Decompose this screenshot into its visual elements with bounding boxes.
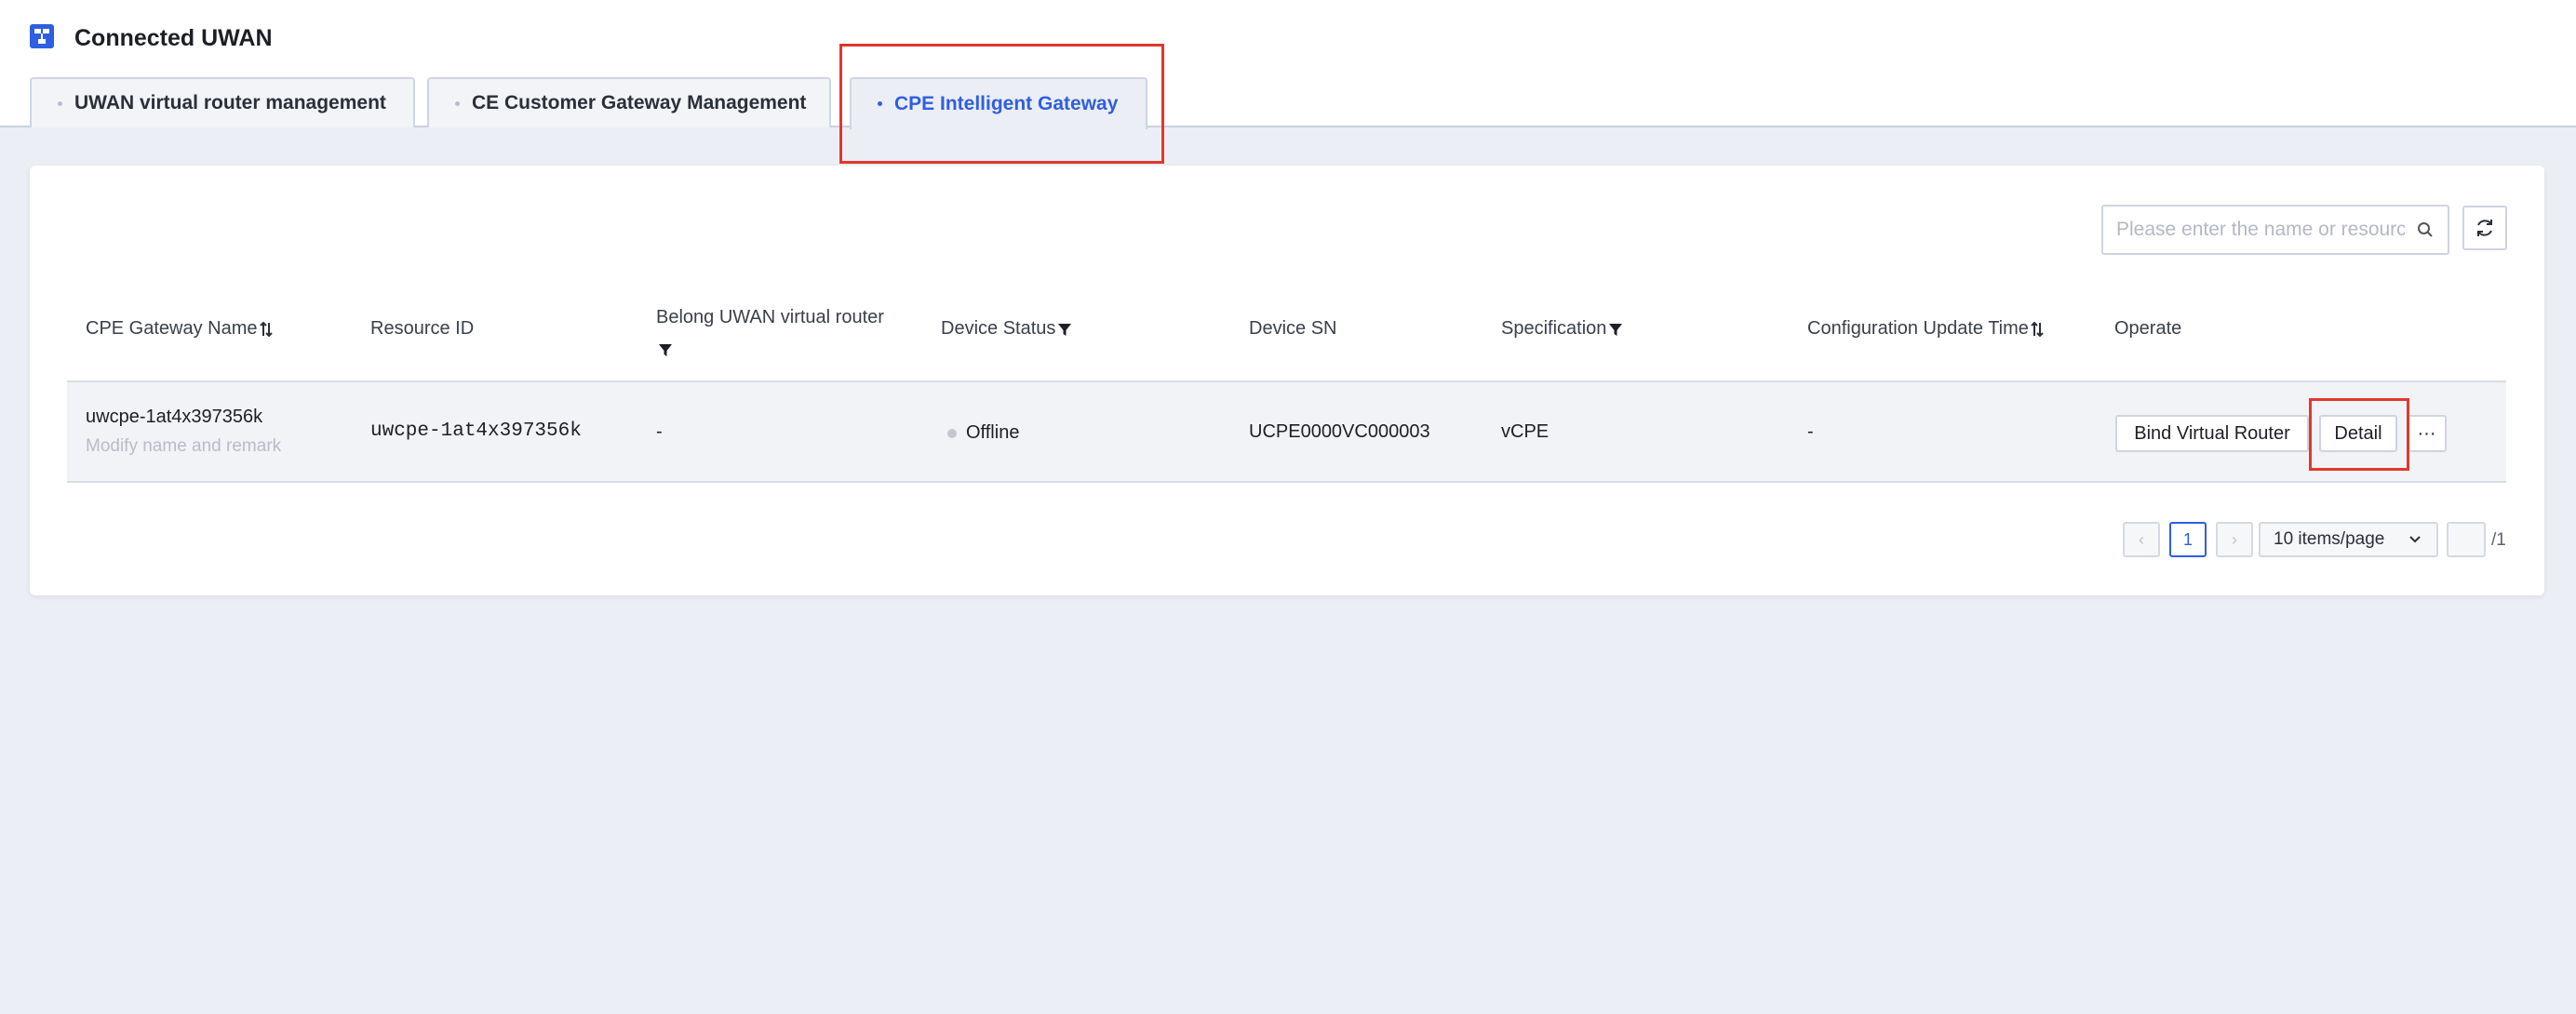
tab-dot-icon <box>58 101 62 106</box>
page-size-select[interactable]: 10 items/page <box>2259 522 2438 557</box>
search-input[interactable] <box>2116 216 2405 244</box>
column-header-label: Belong UWAN virtual router <box>656 307 884 327</box>
refresh-icon <box>2477 220 2492 236</box>
status-text: Offline <box>966 422 1020 443</box>
tab-uwan-virtual-router-management[interactable]: UWAN virtual router management <box>30 77 415 127</box>
update-time: - <box>1807 421 1814 442</box>
column-header-name[interactable]: CPE Gateway Name <box>86 318 273 340</box>
more-actions-button[interactable]: ··· <box>2407 415 2447 452</box>
resource-id: uwcpe-1at4x397356k <box>370 420 582 442</box>
device-sn: UCPE0000VC000003 <box>1249 421 1430 442</box>
column-header-label: CPE Gateway Name <box>86 318 258 339</box>
sort-icon[interactable] <box>2031 321 2044 338</box>
status-dot-icon <box>947 428 957 438</box>
column-header-label: Specification <box>1501 318 1607 339</box>
tab-label: CE Customer Gateway Management <box>472 92 807 113</box>
device-status: Offline <box>947 422 1019 444</box>
sort-icon[interactable] <box>259 321 273 338</box>
filter-icon[interactable] <box>1608 322 1623 337</box>
column-header-operate: Operate <box>2114 318 2182 339</box>
filter-icon[interactable] <box>658 342 673 357</box>
prev-page-button[interactable]: ‹ <box>2123 522 2160 557</box>
network-topology-icon <box>30 24 54 48</box>
search-icon[interactable] <box>2416 220 2435 239</box>
content-card: CPE Gateway Name Resource ID Belong UWAN… <box>30 166 2544 595</box>
gateway-name: uwcpe-1at4x397356k <box>86 407 263 427</box>
page-jump-input[interactable] <box>2447 522 2486 557</box>
column-header-update-time[interactable]: Configuration Update Time <box>1807 318 2044 340</box>
search-box[interactable] <box>2101 205 2449 255</box>
page-title: Connected UWAN <box>74 25 273 51</box>
highlight-box-tab <box>839 44 1164 164</box>
modify-name-link[interactable]: Modify name and remark <box>86 436 281 457</box>
belong-router: - <box>656 421 663 442</box>
column-header-label: Device Status <box>941 318 1056 339</box>
bind-virtual-router-button[interactable]: Bind Virtual Router <box>2115 415 2309 452</box>
column-header-specification[interactable]: Specification <box>1501 318 1623 340</box>
column-header-device-sn: Device SN <box>1249 318 1337 339</box>
page-header: Connected UWAN UWAN virtual router manag… <box>0 0 2576 129</box>
page-size-label: 10 items/page <box>2274 529 2385 549</box>
page-number-button[interactable]: 1 <box>2169 522 2207 557</box>
total-pages: /1 <box>2491 530 2506 550</box>
filter-icon[interactable] <box>1057 322 1072 337</box>
column-header-resource-id: Resource ID <box>370 318 475 339</box>
tab-ce-customer-gateway-management[interactable]: CE Customer Gateway Management <box>427 77 831 127</box>
specification: vCPE <box>1501 421 1550 442</box>
column-header-router[interactable]: Belong UWAN virtual router <box>656 301 898 365</box>
column-header-status[interactable]: Device Status <box>941 318 1072 340</box>
refresh-button[interactable] <box>2462 206 2507 250</box>
next-page-button[interactable]: › <box>2216 522 2253 557</box>
tab-dot-icon <box>455 101 460 106</box>
column-header-label: Configuration Update Time <box>1807 318 2029 339</box>
highlight-box-detail <box>2309 398 2409 471</box>
tab-label: UWAN virtual router management <box>74 92 386 113</box>
chevron-down-icon <box>2409 536 2421 543</box>
table-row: uwcpe-1at4x397356k Modify name and remar… <box>67 380 2506 483</box>
